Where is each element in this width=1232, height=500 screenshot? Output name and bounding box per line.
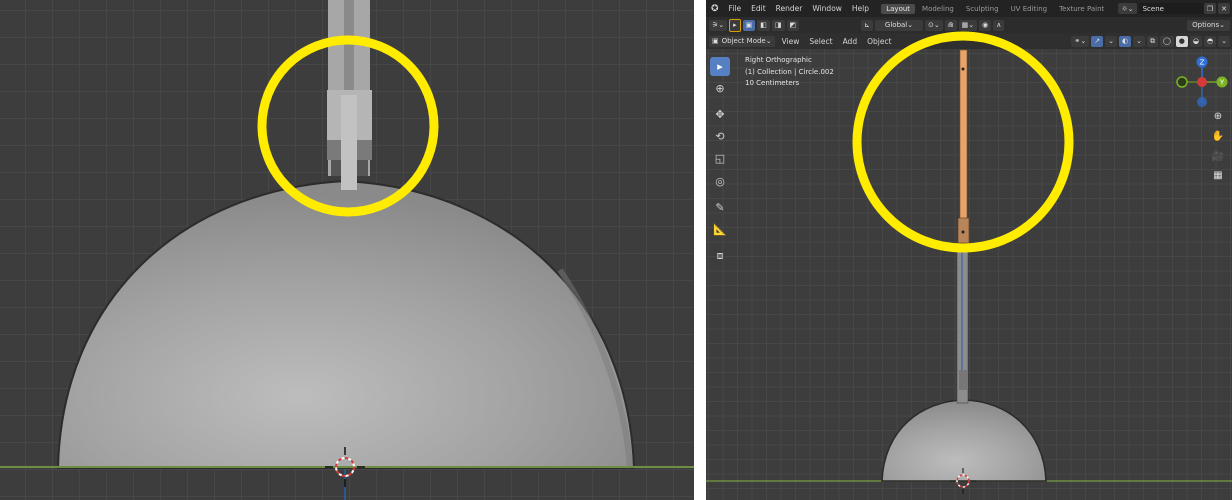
selected-rod [959, 49, 968, 244]
gizmo-x-axis [1197, 77, 1207, 87]
zoom-icon[interactable]: ⊕ [1210, 108, 1226, 124]
grid-scale: 10 Centimeters [745, 79, 800, 87]
transform-tool-icon[interactable]: ◎ [710, 172, 730, 191]
viewport-info: Right Orthographic (1) Collection | Circ… [745, 55, 834, 90]
gizmo-y-label: Y [1219, 79, 1225, 87]
left-viewport-zoomed[interactable] [0, 0, 694, 500]
select-box-tool-icon[interactable]: ▸ [710, 57, 730, 76]
rotate-tool-icon[interactable]: ⟲ [710, 127, 730, 146]
pole-inner-rod [341, 95, 357, 190]
scale-tool-icon[interactable]: ◱ [710, 149, 730, 168]
view-name: Right Orthographic [745, 56, 812, 64]
cursor-tool-icon[interactable]: ⊕ [710, 79, 730, 98]
ortho-grid-icon[interactable]: ▦ [1210, 167, 1226, 183]
gizmo-z-label: Z [1200, 59, 1205, 67]
dome-mesh [56, 179, 636, 469]
collection-info: (1) Collection | Circle.002 [745, 67, 834, 76]
move-tool-icon[interactable]: ✥ [710, 105, 730, 124]
navigation-gizmo: Z Y [1176, 56, 1228, 107]
dome-mesh [881, 399, 1047, 482]
pan-hand-icon[interactable]: ✋ [1210, 128, 1226, 144]
annotate-tool-icon[interactable]: ✎ [710, 198, 730, 217]
blender-window: ✪ File Edit Render Window Help Layout Mo… [706, 0, 1232, 500]
left-scene [0, 0, 694, 500]
add-cube-tool-icon[interactable]: ⧈ [710, 246, 730, 265]
camera-view-icon[interactable]: 🎥 [1210, 148, 1226, 164]
measure-tool-icon[interactable]: 📐 [710, 220, 730, 239]
